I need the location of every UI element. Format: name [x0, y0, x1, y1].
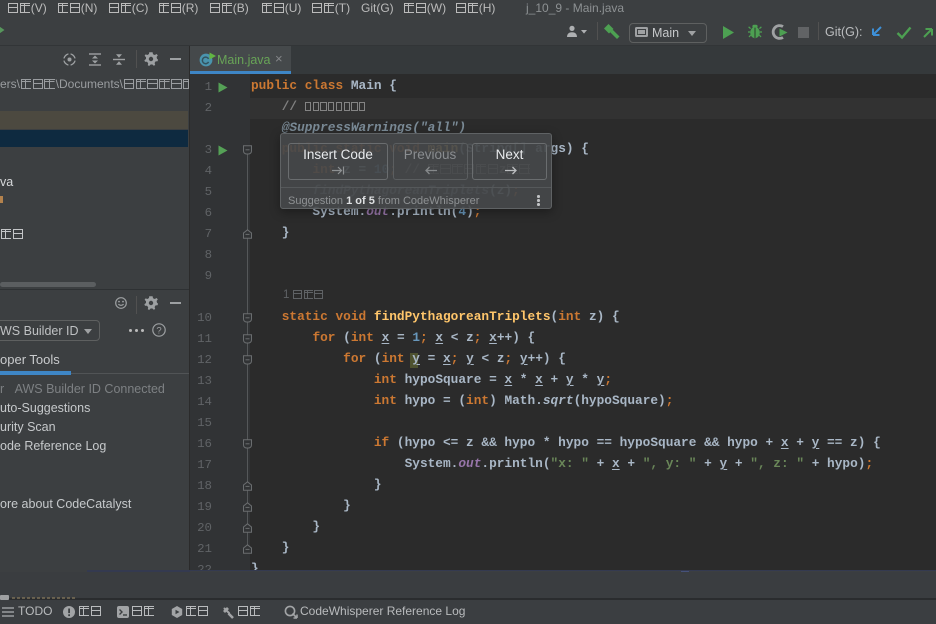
- svg-text:?: ?: [156, 325, 161, 336]
